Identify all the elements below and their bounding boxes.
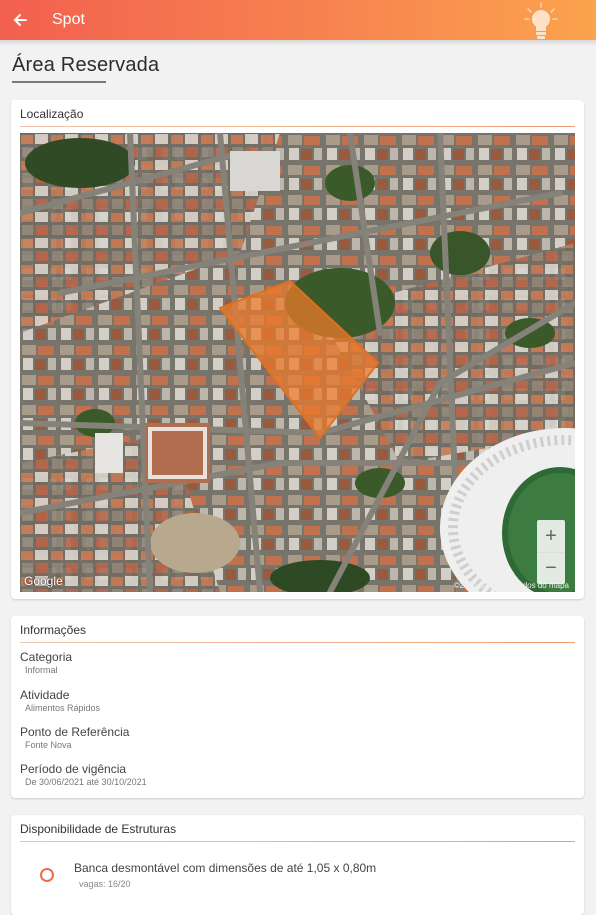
info-card: Informações Categoria Informal Atividade… bbox=[11, 616, 584, 798]
structure-vagas: vagas: 16/20 bbox=[79, 879, 131, 889]
divider bbox=[20, 841, 575, 842]
map-imagery bbox=[20, 133, 575, 592]
structures-card: Disponibilidade de Estruturas Banca desm… bbox=[11, 815, 584, 915]
info-value: Informal bbox=[25, 665, 58, 675]
app-title: Spot bbox=[52, 11, 85, 28]
app-bar-shadow bbox=[0, 40, 596, 46]
structures-card-title: Disponibilidade de Estruturas bbox=[20, 822, 177, 836]
arrow-left-icon bbox=[13, 14, 27, 26]
info-row-vigencia: Período de vigência De 30/06/2021 até 30… bbox=[11, 754, 584, 791]
page-title-underline bbox=[12, 81, 106, 83]
app-bar: Spot bbox=[0, 0, 596, 40]
satellite-map[interactable]: Google ©2021 Google · Dados do mapa + − bbox=[20, 133, 575, 592]
info-row-referencia: Ponto de Referência Fonte Nova bbox=[11, 717, 584, 754]
divider bbox=[20, 126, 575, 127]
back-button[interactable] bbox=[0, 0, 40, 40]
google-logo: Google bbox=[24, 574, 63, 588]
info-value: De 30/06/2021 até 30/10/2021 bbox=[25, 777, 147, 787]
info-value: Alimentos Rápidos bbox=[25, 703, 101, 713]
help-button[interactable] bbox=[524, 2, 558, 45]
lightbulb-icon bbox=[524, 2, 558, 39]
info-label: Categoria bbox=[20, 650, 73, 664]
zoom-out-button[interactable]: − bbox=[537, 552, 565, 584]
location-card-title: Localização bbox=[20, 107, 84, 121]
structure-label: Banca desmontável com dimensões de até 1… bbox=[74, 861, 377, 875]
info-row-atividade: Atividade Alimentos Rápidos bbox=[11, 680, 584, 717]
structure-radio[interactable] bbox=[40, 868, 54, 882]
page-title: Área Reservada bbox=[12, 54, 160, 76]
info-row-categoria: Categoria Informal bbox=[11, 643, 584, 680]
zoom-in-button[interactable]: + bbox=[537, 520, 565, 552]
zoom-controls: + − bbox=[537, 520, 565, 584]
location-card: Localização Google ©2021 Google · Dados … bbox=[11, 100, 584, 599]
info-value: Fonte Nova bbox=[25, 740, 72, 750]
info-label: Atividade bbox=[20, 688, 70, 702]
info-card-title: Informações bbox=[20, 623, 87, 637]
info-label: Período de vigência bbox=[20, 762, 127, 776]
info-label: Ponto de Referência bbox=[20, 725, 130, 739]
